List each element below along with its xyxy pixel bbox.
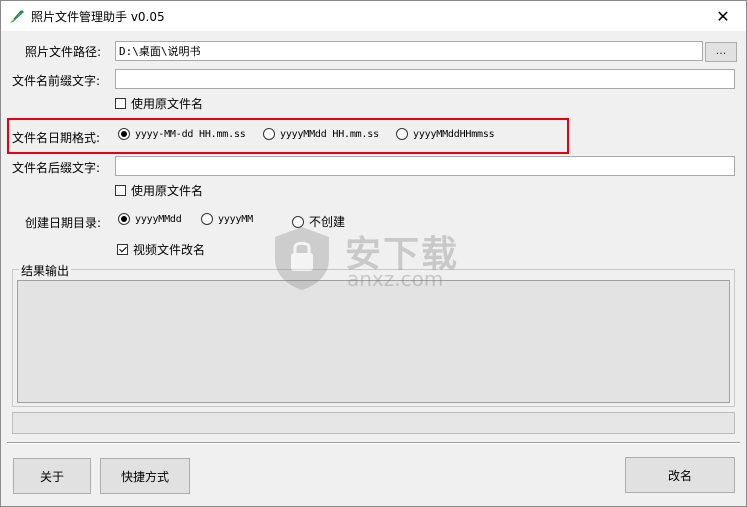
shortcut-button[interactable]: 快捷方式 (100, 458, 190, 494)
date-format-option-3-label: yyyyMMddHHmmss (413, 128, 495, 140)
date-format-label: 文件名日期格式: (12, 131, 101, 145)
progress-bar (12, 412, 735, 434)
prefix-input[interactable] (115, 69, 735, 89)
suffix-label: 文件名后缀文字: (12, 161, 101, 175)
app-window: 照片文件管理助手 v0.05 ✕ 照片文件路径: ... 文件名前缀文字: 使用… (0, 0, 747, 507)
close-icon: ✕ (716, 6, 730, 26)
date-format-option-1[interactable]: yyyy-MM-dd HH.mm.ss (118, 128, 246, 140)
date-format-radio-2[interactable] (263, 128, 275, 140)
close-button[interactable]: ✕ (700, 1, 746, 31)
prefix-use-original-label: 使用原文件名 (131, 97, 204, 111)
suffix-input[interactable] (115, 156, 735, 176)
prefix-label: 文件名前缀文字: (12, 74, 101, 88)
date-format-option-1-label: yyyy-MM-dd HH.mm.ss (135, 128, 246, 140)
date-dir-label: 创建日期目录: (25, 216, 102, 230)
date-format-option-2[interactable]: yyyyMMdd HH.mm.ss (263, 128, 379, 140)
date-dir-option-1[interactable]: yyyyMMdd (118, 213, 182, 225)
date-dir-option-2[interactable]: yyyyMM (201, 213, 253, 225)
about-button[interactable]: 关于 (13, 458, 91, 494)
date-dir-option-3[interactable]: 不创建 (292, 213, 345, 230)
date-format-radio-1[interactable] (118, 128, 130, 140)
date-dir-radio-3[interactable] (292, 215, 304, 228)
date-format-option-3[interactable]: yyyyMMddHHmmss (396, 128, 495, 140)
prefix-use-original-box[interactable] (115, 98, 126, 109)
date-dir-radio-1[interactable] (118, 213, 130, 225)
date-format-option-2-label: yyyyMMdd HH.mm.ss (280, 128, 379, 140)
video-rename-label: 视频文件改名 (133, 243, 206, 257)
bottom-separator (7, 442, 740, 444)
title-bar[interactable]: 照片文件管理助手 v0.05 ✕ (1, 1, 746, 31)
output-textarea[interactable] (17, 280, 730, 403)
suffix-use-original-box[interactable] (115, 185, 126, 196)
video-rename-box[interactable] (117, 244, 128, 255)
suffix-use-original-checkbox[interactable]: 使用原文件名 (115, 182, 203, 199)
window-title: 照片文件管理助手 v0.05 (31, 10, 165, 24)
output-group-title: 结果输出 (19, 262, 72, 279)
date-dir-radio-2[interactable] (201, 213, 213, 225)
rename-button[interactable]: 改名 (625, 457, 735, 493)
app-feather-icon (10, 10, 24, 23)
video-rename-checkbox[interactable]: 视频文件改名 (117, 241, 205, 258)
path-input[interactable] (115, 41, 703, 61)
suffix-use-original-label: 使用原文件名 (131, 184, 204, 198)
date-dir-option-2-label: yyyyMM (218, 213, 253, 225)
date-format-radio-3[interactable] (396, 128, 408, 140)
date-dir-option-3-label: 不创建 (309, 215, 346, 229)
date-dir-option-1-label: yyyyMMdd (135, 213, 182, 225)
browse-button[interactable]: ... (705, 42, 737, 62)
prefix-use-original-checkbox[interactable]: 使用原文件名 (115, 95, 203, 112)
path-label: 照片文件路径: (25, 45, 102, 59)
